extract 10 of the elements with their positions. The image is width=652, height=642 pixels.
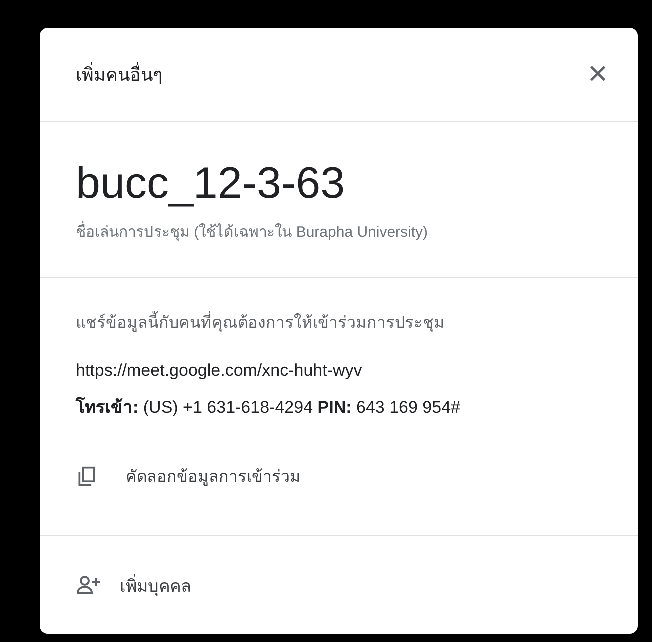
- share-instruction: แชร์ข้อมูลนี้กับคนที่คุณต้องการให้เข้าร่วมการประชุม: [76, 310, 602, 335]
- add-person-button[interactable]: เพิ่มบุคคล: [76, 572, 191, 598]
- meeting-nickname-note: ชื่อเล่นการประชุม (ใช้ได้เฉพาะใน Burapha University): [76, 220, 602, 244]
- dialog-title: เพิ่มคนอื่นๆ: [76, 60, 163, 89]
- close-button[interactable]: ×: [582, 55, 614, 94]
- add-person-icon: [76, 575, 102, 595]
- dial-in-info: โทรเข้า: (US) +1 631-618-4294 PIN: 643 169 954#: [76, 396, 462, 419]
- copy-icon: [76, 466, 98, 488]
- meeting-name: bucc_12-3-63: [76, 158, 346, 210]
- copy-joining-info-button[interactable]: คัดลอกข้อมูลการเข้าร่วม: [76, 464, 301, 489]
